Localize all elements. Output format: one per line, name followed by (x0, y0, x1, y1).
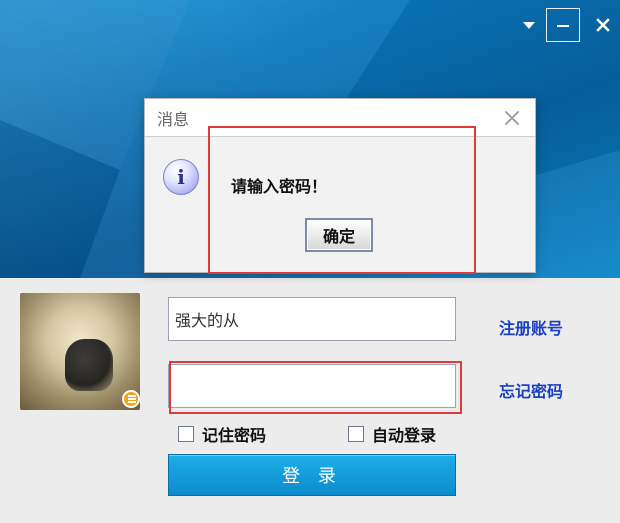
login-button[interactable]: 登 录 (168, 454, 456, 496)
close-icon (596, 18, 610, 32)
chevron-down-icon (523, 22, 535, 29)
dialog-close-button[interactable] (501, 107, 523, 129)
auto-login-label: 自动登录 (372, 426, 437, 445)
dialog-title: 消息 (157, 109, 190, 129)
close-window-button[interactable] (586, 8, 620, 42)
auto-login-checkbox[interactable]: 自动登录 (348, 422, 436, 446)
message-dialog: 消息 i 请输入密码！ 确定 (144, 98, 536, 273)
register-account-link[interactable]: 注册账号 (499, 315, 563, 339)
username-field[interactable] (168, 297, 456, 341)
dropdown-button[interactable] (512, 8, 546, 42)
dialog-titlebar: 消息 (145, 99, 535, 137)
username-input[interactable] (169, 298, 455, 340)
status-menu-icon[interactable] (122, 390, 140, 408)
minus-icon (557, 25, 569, 27)
password-input[interactable] (169, 365, 455, 407)
ok-button[interactable]: 确定 (305, 218, 373, 252)
avatar[interactable] (20, 293, 140, 410)
close-icon (504, 110, 520, 125)
checkbox-icon[interactable] (178, 426, 194, 442)
info-icon-glyph: i (177, 165, 185, 189)
password-field[interactable] (168, 364, 456, 408)
info-icon: i (163, 159, 199, 195)
dialog-message: 请输入密码！ (231, 177, 328, 196)
remember-password-label: 记住密码 (202, 426, 267, 445)
minimize-button[interactable] (546, 8, 580, 42)
remember-password-checkbox[interactable]: 记住密码 (178, 422, 266, 446)
checkbox-icon[interactable] (348, 426, 364, 442)
window-controls (512, 8, 620, 42)
forgot-password-link[interactable]: 忘记密码 (499, 378, 563, 402)
avatar-photo (65, 339, 113, 391)
